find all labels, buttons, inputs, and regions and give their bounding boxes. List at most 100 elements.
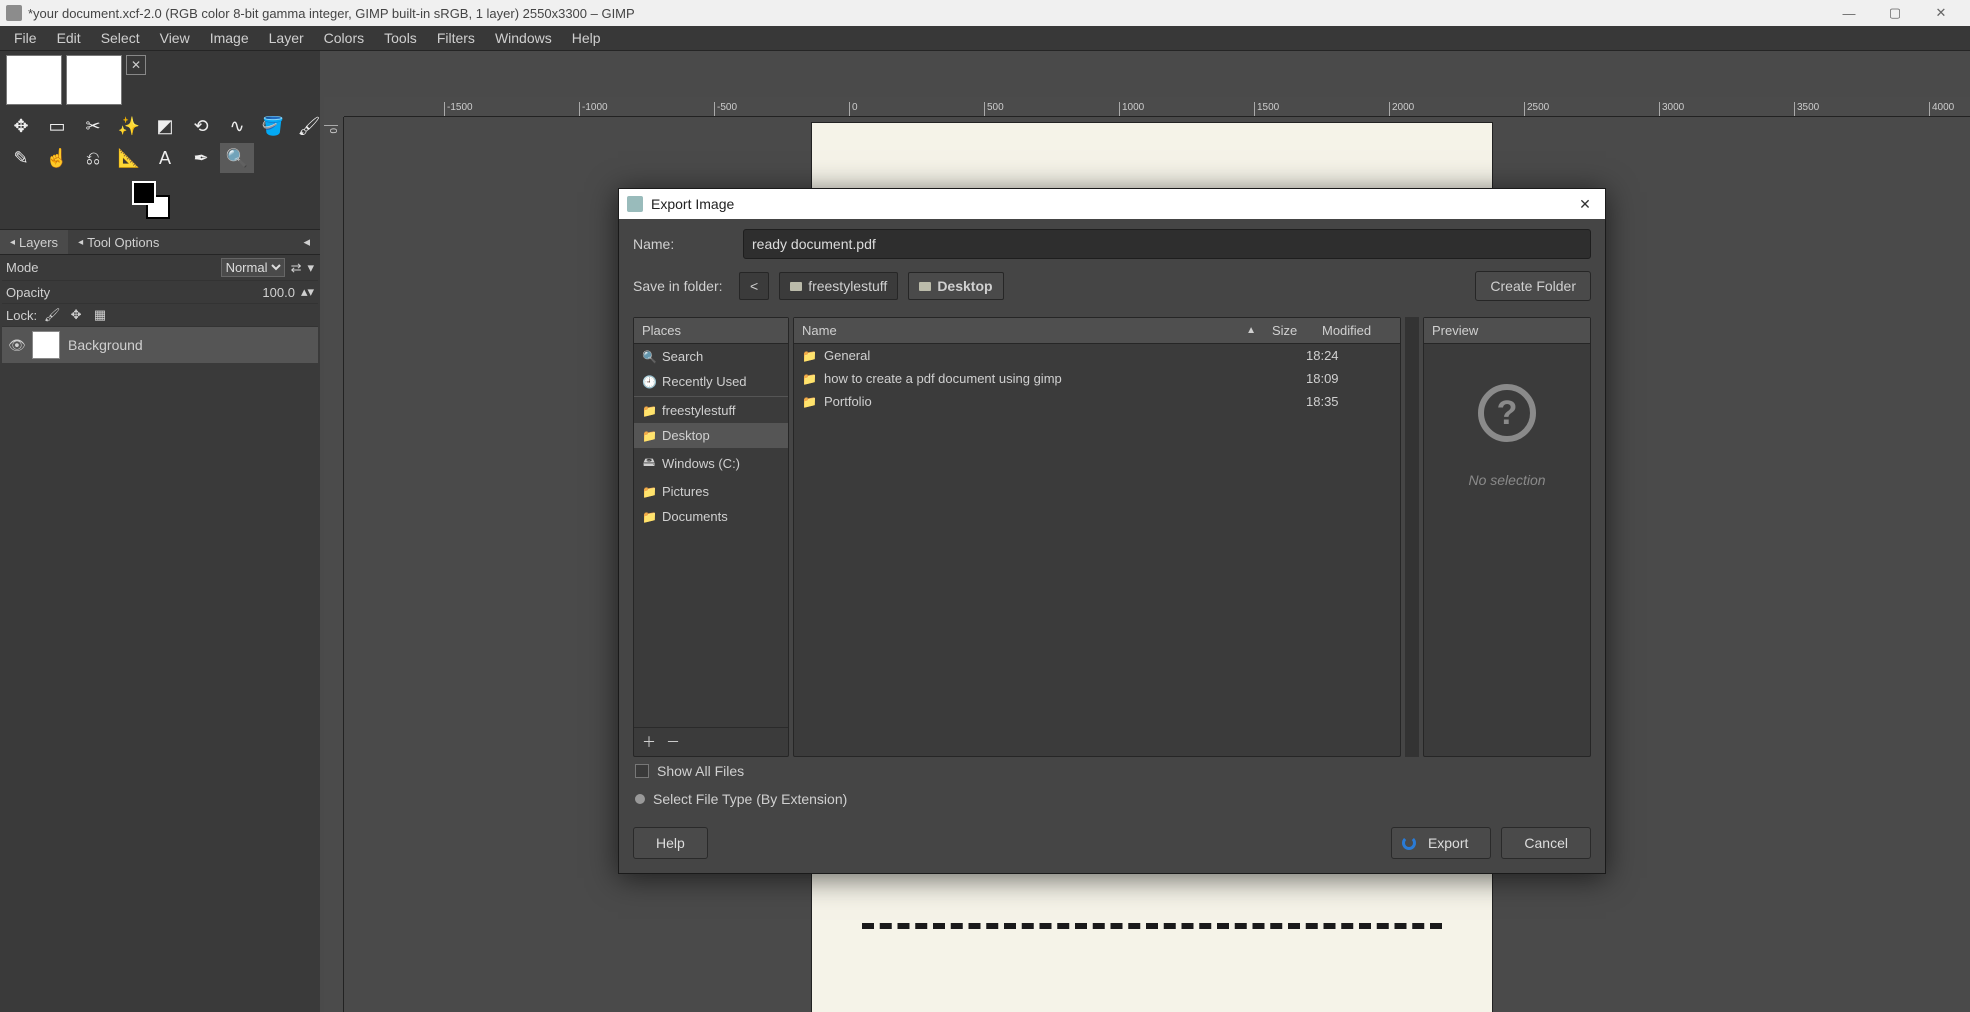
- menu-layer[interactable]: Layer: [259, 28, 314, 48]
- image-tab-thumb[interactable]: [66, 55, 122, 105]
- add-bookmark-icon[interactable]: ＋: [642, 732, 656, 752]
- export-button[interactable]: Export: [1391, 827, 1491, 859]
- remove-bookmark-icon[interactable]: －: [666, 732, 680, 752]
- ruler-tick: -1500: [444, 102, 473, 116]
- mode-switch-icon[interactable]: ⇄: [291, 260, 302, 276]
- file-modified: 18:35: [1306, 394, 1392, 409]
- place-item-desktop[interactable]: 📁 Desktop: [634, 423, 788, 448]
- color-swatch[interactable]: [132, 181, 180, 225]
- place-item-home[interactable]: 📁 freestylestuff: [634, 396, 788, 423]
- file-browser: Places 🔍 Search 🕘 Recently Used 📁 freest…: [633, 317, 1591, 757]
- move-tool-icon[interactable]: ✥: [4, 111, 38, 141]
- zoom-tool-icon[interactable]: 🔍: [220, 143, 254, 173]
- dialog-actions: Help Export Cancel: [633, 813, 1591, 859]
- menu-edit[interactable]: Edit: [47, 28, 91, 48]
- folder-icon: 📁: [642, 429, 656, 443]
- column-header-name[interactable]: Name ▲: [794, 318, 1264, 343]
- rect-select-tool-icon[interactable]: ▭: [40, 111, 74, 141]
- place-item-documents[interactable]: 📁 Documents: [634, 504, 788, 529]
- folder-icon: 📁: [802, 372, 818, 386]
- menu-help[interactable]: Help: [562, 28, 611, 48]
- cancel-button[interactable]: Cancel: [1501, 827, 1591, 859]
- path-tool-icon[interactable]: ✒: [184, 143, 218, 173]
- folder-icon: [790, 282, 802, 291]
- menu-filters[interactable]: Filters: [427, 28, 485, 48]
- place-item-pictures[interactable]: 📁 Pictures: [634, 479, 788, 504]
- file-row[interactable]: 📁 Portfolio 18:35: [794, 390, 1400, 413]
- menu-select[interactable]: Select: [91, 28, 150, 48]
- maximize-button[interactable]: ▢: [1872, 0, 1918, 26]
- text-tool-icon[interactable]: A: [148, 143, 182, 173]
- folder-icon: 📁: [642, 485, 656, 499]
- menu-view[interactable]: View: [150, 28, 200, 48]
- measure-tool-icon[interactable]: 📐: [112, 143, 146, 173]
- bucket-tool-icon[interactable]: 🪣: [256, 111, 290, 141]
- ruler-corner: [324, 97, 344, 117]
- place-item-search[interactable]: 🔍 Search: [634, 344, 788, 369]
- create-folder-button[interactable]: Create Folder: [1475, 271, 1591, 301]
- file-row[interactable]: 📁 how to create a pdf document using gim…: [794, 367, 1400, 390]
- tab-tool-options[interactable]: ◂ Tool Options: [68, 230, 169, 254]
- places-panel: Places 🔍 Search 🕘 Recently Used 📁 freest…: [633, 317, 789, 757]
- layer-row[interactable]: 👁 Background: [2, 327, 318, 363]
- fuzzy-select-tool-icon[interactable]: ✨: [112, 111, 146, 141]
- file-name: General: [824, 348, 1256, 363]
- crop-tool-icon[interactable]: ◩: [148, 111, 182, 141]
- menu-colors[interactable]: Colors: [314, 28, 374, 48]
- pencil-tool-icon[interactable]: ✎: [4, 143, 38, 173]
- file-list-scrollbar[interactable]: [1405, 317, 1419, 757]
- lock-position-icon[interactable]: ✥: [67, 307, 85, 323]
- select-file-type-row[interactable]: Select File Type (By Extension): [633, 785, 1591, 813]
- path-segment[interactable]: freestylestuff: [779, 272, 898, 300]
- layer-thumb: [32, 331, 60, 359]
- path-back-button[interactable]: <: [739, 272, 769, 300]
- menu-tools[interactable]: Tools: [374, 28, 427, 48]
- show-all-files-row[interactable]: Show All Files: [633, 757, 1591, 785]
- blend-mode-select[interactable]: Normal: [221, 258, 285, 277]
- place-item-drive[interactable]: 🖴 Windows (C:): [634, 448, 788, 479]
- free-select-tool-icon[interactable]: ✂: [76, 111, 110, 141]
- help-button[interactable]: Help: [633, 827, 708, 859]
- dialog-close-button[interactable]: ✕: [1573, 192, 1597, 216]
- place-item-recent[interactable]: 🕘 Recently Used: [634, 369, 788, 394]
- tab-layers[interactable]: ◂ Layers: [0, 230, 68, 254]
- menu-windows[interactable]: Windows: [485, 28, 562, 48]
- smudge-tool-icon[interactable]: ☝: [40, 143, 74, 173]
- ruler-vertical: 0: [324, 117, 344, 1012]
- ruler-tick: 0: [324, 125, 338, 134]
- column-header-modified[interactable]: Modified: [1314, 318, 1400, 343]
- place-label: Documents: [662, 509, 728, 524]
- menu-file[interactable]: File: [4, 28, 47, 48]
- image-tab-thumb[interactable]: [6, 55, 62, 105]
- canvas-guide-line: [862, 923, 1442, 929]
- mode-dropdown-icon[interactable]: ▾: [307, 260, 314, 276]
- close-button[interactable]: ✕: [1918, 0, 1964, 26]
- minimize-button[interactable]: —: [1826, 0, 1872, 26]
- checkbox-icon[interactable]: [635, 764, 649, 778]
- layer-list: 👁 Background: [2, 327, 318, 363]
- lock-alpha-icon[interactable]: ▦: [91, 307, 109, 323]
- filename-input[interactable]: [743, 229, 1591, 259]
- lock-label: Lock:: [6, 308, 37, 323]
- file-row[interactable]: 📁 General 18:24: [794, 344, 1400, 367]
- expander-icon[interactable]: [635, 794, 645, 804]
- opacity-value[interactable]: 100.0: [262, 285, 295, 300]
- place-label: Windows (C:): [662, 456, 740, 471]
- left-dock: ✕ ✥ ▭ ✂ ✨ ◩ ⟲ ∿ 🪣 🖌 ✎ ☝ ⎌ 📐 A ✒ 🔍 ◂ L: [0, 51, 320, 1012]
- path-segment-label: freestylestuff: [808, 278, 887, 294]
- menu-image[interactable]: Image: [200, 28, 259, 48]
- visibility-eye-icon[interactable]: 👁: [8, 337, 24, 354]
- place-label: freestylestuff: [662, 403, 735, 418]
- preview-text: No selection: [1468, 472, 1545, 488]
- warp-tool-icon[interactable]: ∿: [220, 111, 254, 141]
- opacity-stepper-icon[interactable]: ▴▾: [301, 284, 314, 300]
- close-tab-icon[interactable]: ✕: [126, 55, 146, 75]
- transform-tool-icon[interactable]: ⟲: [184, 111, 218, 141]
- column-header-size[interactable]: Size: [1264, 318, 1314, 343]
- dock-menu-icon[interactable]: ◂: [293, 230, 320, 254]
- file-modified: 18:24: [1306, 348, 1392, 363]
- fg-color-swatch[interactable]: [132, 181, 156, 205]
- lock-pixels-icon[interactable]: 🖌: [43, 307, 61, 323]
- path-segment[interactable]: Desktop: [908, 272, 1003, 300]
- clone-tool-icon[interactable]: ⎌: [76, 143, 110, 173]
